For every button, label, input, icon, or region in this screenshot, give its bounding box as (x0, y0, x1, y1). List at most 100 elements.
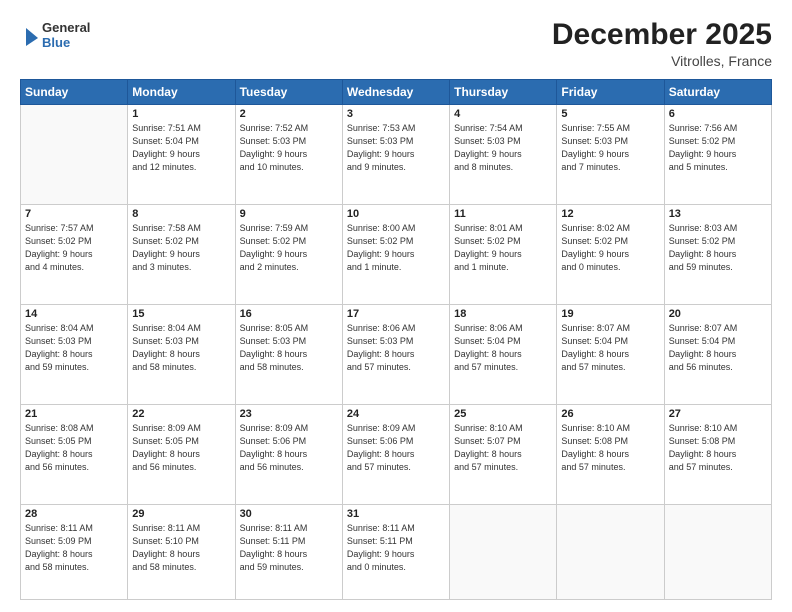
table-row: 31 Sunrise: 8:11 AMSunset: 5:11 PMDayligh… (342, 504, 449, 599)
col-thursday: Thursday (450, 80, 557, 105)
table-row: 4 Sunrise: 7:54 AMSunset: 5:03 PMDaylight… (450, 105, 557, 205)
logo-graphic (20, 18, 40, 54)
day-info: Sunrise: 8:07 AMSunset: 5:04 PMDaylight:… (669, 322, 767, 374)
table-row: 8 Sunrise: 7:58 AMSunset: 5:02 PMDaylight… (128, 204, 235, 304)
calendar-week-row: 1 Sunrise: 7:51 AMSunset: 5:04 PMDaylight… (21, 105, 772, 205)
calendar-week-row: 28 Sunrise: 8:11 AMSunset: 5:09 PMDayligh… (21, 504, 772, 599)
day-info: Sunrise: 8:11 AMSunset: 5:11 PMDaylight:… (240, 522, 338, 574)
day-number: 15 (132, 308, 230, 320)
day-number: 4 (454, 108, 552, 120)
table-row: 5 Sunrise: 7:55 AMSunset: 5:03 PMDaylight… (557, 105, 664, 205)
table-row: 7Sunrise: 7:57 AMSunset: 5:02 PMDaylight… (21, 204, 128, 304)
calendar-header-row: Sunday Monday Tuesday Wednesday Thursday… (21, 80, 772, 105)
table-row: 22 Sunrise: 8:09 AMSunset: 5:05 PMDayligh… (128, 404, 235, 504)
day-number: 29 (132, 508, 230, 520)
day-info: Sunrise: 8:04 AMSunset: 5:03 PMDaylight:… (132, 322, 230, 374)
day-info: Sunrise: 8:01 AMSunset: 5:02 PMDaylight:… (454, 222, 552, 274)
day-info: Sunrise: 8:06 AMSunset: 5:03 PMDaylight:… (347, 322, 445, 374)
col-sunday: Sunday (21, 80, 128, 105)
col-saturday: Saturday (664, 80, 771, 105)
table-row (557, 504, 664, 599)
table-row: 11Sunrise: 8:01 AMSunset: 5:02 PMDayligh… (450, 204, 557, 304)
day-info: Sunrise: 8:05 AMSunset: 5:03 PMDaylight:… (240, 322, 338, 374)
table-row: 24 Sunrise: 8:09 AMSunset: 5:06 PMDayligh… (342, 404, 449, 504)
col-friday: Friday (557, 80, 664, 105)
day-info: Sunrise: 7:56 AMSunset: 5:02 PMDaylight:… (669, 122, 767, 174)
table-row: 16 Sunrise: 8:05 AMSunset: 5:03 PMDayligh… (235, 304, 342, 404)
table-row: 1 Sunrise: 7:51 AMSunset: 5:04 PMDaylight… (128, 105, 235, 205)
table-row: 20 Sunrise: 8:07 AMSunset: 5:04 PMDayligh… (664, 304, 771, 404)
calendar-week-row: 14 Sunrise: 8:04 AMSunset: 5:03 PMDayligh… (21, 304, 772, 404)
table-row: 13Sunrise: 8:03 AMSunset: 5:02 PMDayligh… (664, 204, 771, 304)
table-row: 28 Sunrise: 8:11 AMSunset: 5:09 PMDayligh… (21, 504, 128, 599)
day-number: 8 (132, 208, 230, 220)
day-info: Sunrise: 7:58 AMSunset: 5:02 PMDaylight:… (132, 222, 230, 274)
col-wednesday: Wednesday (342, 80, 449, 105)
day-info: Sunrise: 8:09 AMSunset: 5:06 PMDaylight:… (240, 422, 338, 474)
day-info: Sunrise: 8:02 AMSunset: 5:02 PMDaylight:… (561, 222, 659, 274)
table-row: 3 Sunrise: 7:53 AMSunset: 5:03 PMDaylight… (342, 105, 449, 205)
day-number: 16 (240, 308, 338, 320)
table-row: 14Sunrise: 8:04 AMSunset: 5:03 PMDayligh… (21, 304, 128, 404)
table-row: 18 Sunrise: 8:06 AMSunset: 5:04 PMDayligh… (450, 304, 557, 404)
day-info: Sunrise: 8:11 AMSunset: 5:11 PMDaylight:… (347, 522, 445, 574)
day-info: Sunrise: 7:54 AMSunset: 5:03 PMDaylight:… (454, 122, 552, 174)
table-row (450, 504, 557, 599)
day-number: 5 (561, 108, 659, 120)
day-info: Sunrise: 8:09 AMSunset: 5:05 PMDaylight:… (132, 422, 230, 474)
day-number: 18 (454, 308, 552, 320)
day-info: Sunrise: 8:10 AMSunset: 5:08 PMDaylight:… (561, 422, 659, 474)
day-number: 1 (132, 108, 230, 120)
day-number: 3 (347, 108, 445, 120)
day-number: 21 (25, 408, 123, 420)
day-number: 24 (347, 408, 445, 420)
logo-line1: General (42, 21, 90, 36)
day-info: Sunrise: 7:51 AMSunset: 5:04 PMDaylight:… (132, 122, 230, 174)
day-number: 26 (561, 408, 659, 420)
day-number: 28 (25, 508, 123, 520)
page-subtitle: Vitrolles, France (552, 53, 772, 69)
day-info: Sunrise: 8:07 AMSunset: 5:04 PMDaylight:… (561, 322, 659, 374)
day-number: 19 (561, 308, 659, 320)
day-number: 12 (561, 208, 659, 220)
day-number: 2 (240, 108, 338, 120)
day-number: 27 (669, 408, 767, 420)
day-number: 6 (669, 108, 767, 120)
table-row: 21 Sunrise: 8:08 AMSunset: 5:05 PMDayligh… (21, 404, 128, 504)
table-row (664, 504, 771, 599)
day-number: 30 (240, 508, 338, 520)
day-number: 14 (25, 308, 123, 320)
day-number: 20 (669, 308, 767, 320)
table-row: 27 Sunrise: 8:10 AMSunset: 5:08 PMDayligh… (664, 404, 771, 504)
day-number: 31 (347, 508, 445, 520)
calendar-week-row: 21 Sunrise: 8:08 AMSunset: 5:05 PMDayligh… (21, 404, 772, 504)
table-row: 26 Sunrise: 8:10 AMSunset: 5:08 PMDayligh… (557, 404, 664, 504)
table-row: 29Sunrise: 8:11 AMSunset: 5:10 PMDayligh… (128, 504, 235, 599)
day-info: Sunrise: 8:06 AMSunset: 5:04 PMDaylight:… (454, 322, 552, 374)
calendar-table: Sunday Monday Tuesday Wednesday Thursday… (20, 79, 772, 600)
day-info: Sunrise: 8:10 AMSunset: 5:08 PMDaylight:… (669, 422, 767, 474)
logo: General Blue (20, 18, 90, 54)
table-row: 15 Sunrise: 8:04 AMSunset: 5:03 PMDayligh… (128, 304, 235, 404)
day-number: 9 (240, 208, 338, 220)
day-info: Sunrise: 8:10 AMSunset: 5:07 PMDaylight:… (454, 422, 552, 474)
col-tuesday: Tuesday (235, 80, 342, 105)
day-info: Sunrise: 8:03 AMSunset: 5:02 PMDaylight:… (669, 222, 767, 274)
day-number: 17 (347, 308, 445, 320)
day-number: 10 (347, 208, 445, 220)
table-row: 2 Sunrise: 7:52 AMSunset: 5:03 PMDaylight… (235, 105, 342, 205)
day-info: Sunrise: 7:55 AMSunset: 5:03 PMDaylight:… (561, 122, 659, 174)
table-row: 6 Sunrise: 7:56 AMSunset: 5:02 PMDaylight… (664, 105, 771, 205)
title-block: December 2025 Vitrolles, France (552, 18, 772, 69)
day-number: 22 (132, 408, 230, 420)
table-row: 9Sunrise: 7:59 AMSunset: 5:02 PMDaylight… (235, 204, 342, 304)
table-row: 12 Sunrise: 8:02 AMSunset: 5:02 PMDayligh… (557, 204, 664, 304)
table-row: 23Sunrise: 8:09 AMSunset: 5:06 PMDayligh… (235, 404, 342, 504)
day-info: Sunrise: 8:09 AMSunset: 5:06 PMDaylight:… (347, 422, 445, 474)
day-info: Sunrise: 7:52 AMSunset: 5:03 PMDaylight:… (240, 122, 338, 174)
day-info: Sunrise: 8:11 AMSunset: 5:09 PMDaylight:… (25, 522, 123, 574)
page-header: General Blue December 2025 Vitrolles, Fr… (20, 18, 772, 69)
day-info: Sunrise: 8:08 AMSunset: 5:05 PMDaylight:… (25, 422, 123, 474)
logo-line2: Blue (42, 36, 90, 51)
day-info: Sunrise: 7:53 AMSunset: 5:03 PMDaylight:… (347, 122, 445, 174)
